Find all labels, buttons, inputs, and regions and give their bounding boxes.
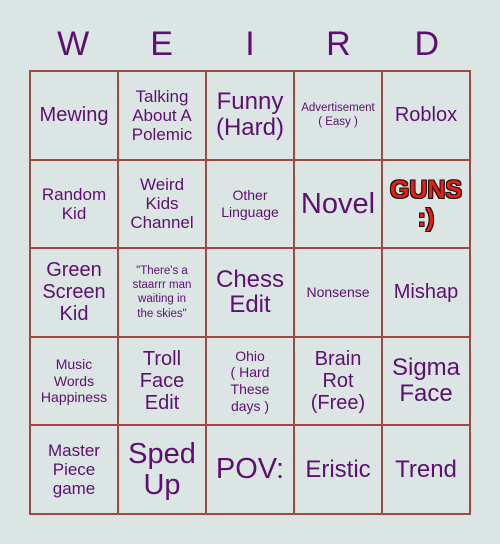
bingo-cell[interactable]: Novel — [295, 160, 383, 250]
bingo-cell-label: Chess Edit — [215, 265, 285, 319]
bingo-cell-label: Random Kid — [41, 184, 107, 223]
bingo-cell[interactable]: Random Kid — [31, 160, 119, 250]
bingo-cell-label: Talking About A Polemic — [131, 86, 193, 144]
bingo-card: W E I R D Mewing Talking About A Polemic… — [0, 0, 500, 544]
bingo-cell[interactable]: Sigma Face — [383, 337, 471, 427]
bingo-header: W E I R D — [29, 18, 471, 70]
bingo-cell[interactable]: GUNS :) — [383, 160, 471, 250]
bingo-cell[interactable]: Ohio ( Hard These days ) — [207, 337, 295, 427]
bingo-cell-label: Master Piece game — [48, 441, 100, 499]
bingo-cell[interactable]: Troll Face Edit — [119, 337, 207, 427]
bingo-cell[interactable]: Other Linguage — [207, 160, 295, 250]
bingo-cell[interactable]: Trend — [383, 426, 471, 515]
bingo-cell-label: Weird Kids Channel — [130, 175, 194, 233]
bingo-cell[interactable]: Weird Kids Channel — [119, 160, 207, 250]
header-letter-3: I — [245, 25, 255, 63]
bingo-cell-label: Sped Up — [128, 438, 196, 501]
bingo-cell-label: Trend — [395, 455, 457, 483]
bingo-cell-label: Ohio ( Hard These days ) — [230, 347, 270, 414]
header-letter-1: W — [57, 25, 90, 63]
header-letter-5: D — [414, 25, 440, 63]
bingo-cell[interactable]: Chess Edit — [207, 249, 295, 338]
bingo-cell[interactable]: Funny (Hard) — [207, 72, 295, 161]
bingo-cell[interactable]: Brain Rot (Free) — [295, 337, 383, 427]
bingo-cell[interactable]: POV: — [207, 426, 295, 515]
bingo-cell-label: POV: — [215, 453, 285, 486]
bingo-cell[interactable]: Nonsense — [295, 249, 383, 338]
bingo-cell[interactable]: Eristic — [295, 426, 383, 515]
bingo-cell-label: Funny (Hard) — [215, 88, 284, 142]
header-letter-2: E — [150, 25, 173, 63]
bingo-cell-label: Green Screen Kid — [42, 259, 106, 326]
bingo-cell[interactable]: Mishap — [383, 249, 471, 338]
bingo-cell-label: Advertisement ( Easy ) — [301, 101, 375, 129]
bingo-cell-label: GUNS :) — [389, 175, 463, 232]
bingo-grid: Mewing Talking About A Polemic Funny (Ha… — [29, 70, 471, 515]
bingo-cell[interactable]: Music Words Happiness — [31, 337, 119, 427]
bingo-cell[interactable]: Talking About A Polemic — [119, 72, 207, 161]
bingo-cell-label: "There's a staarrr man waiting in the sk… — [132, 264, 192, 320]
bingo-cell-label: Nonsense — [306, 284, 370, 301]
bingo-cell-label: Roblox — [394, 104, 458, 127]
bingo-cell[interactable]: Advertisement ( Easy ) — [295, 72, 383, 161]
bingo-cell-label: Mishap — [393, 281, 459, 304]
header-letter-4: R — [326, 25, 351, 63]
bingo-cell-label: Sigma Face — [391, 354, 461, 408]
bingo-cell[interactable]: Master Piece game — [31, 426, 119, 515]
bingo-cell-label: Eristic — [305, 455, 371, 483]
bingo-cell[interactable]: Green Screen Kid — [31, 249, 119, 338]
bingo-cell[interactable]: Roblox — [383, 72, 471, 161]
bingo-cell[interactable]: Sped Up — [119, 426, 207, 515]
bingo-cell-label: Mewing — [39, 104, 109, 127]
bingo-cell-label: Brain Rot (Free) — [310, 348, 366, 415]
bingo-cell-label: Novel — [300, 187, 376, 220]
bingo-cell[interactable]: Mewing — [31, 72, 119, 161]
bingo-cell-label: Other Linguage — [221, 187, 279, 220]
bingo-cell[interactable]: "There's a staarrr man waiting in the sk… — [119, 249, 207, 338]
bingo-cell-label: Troll Face Edit — [139, 348, 185, 415]
bingo-cell-label: Music Words Happiness — [40, 355, 108, 406]
